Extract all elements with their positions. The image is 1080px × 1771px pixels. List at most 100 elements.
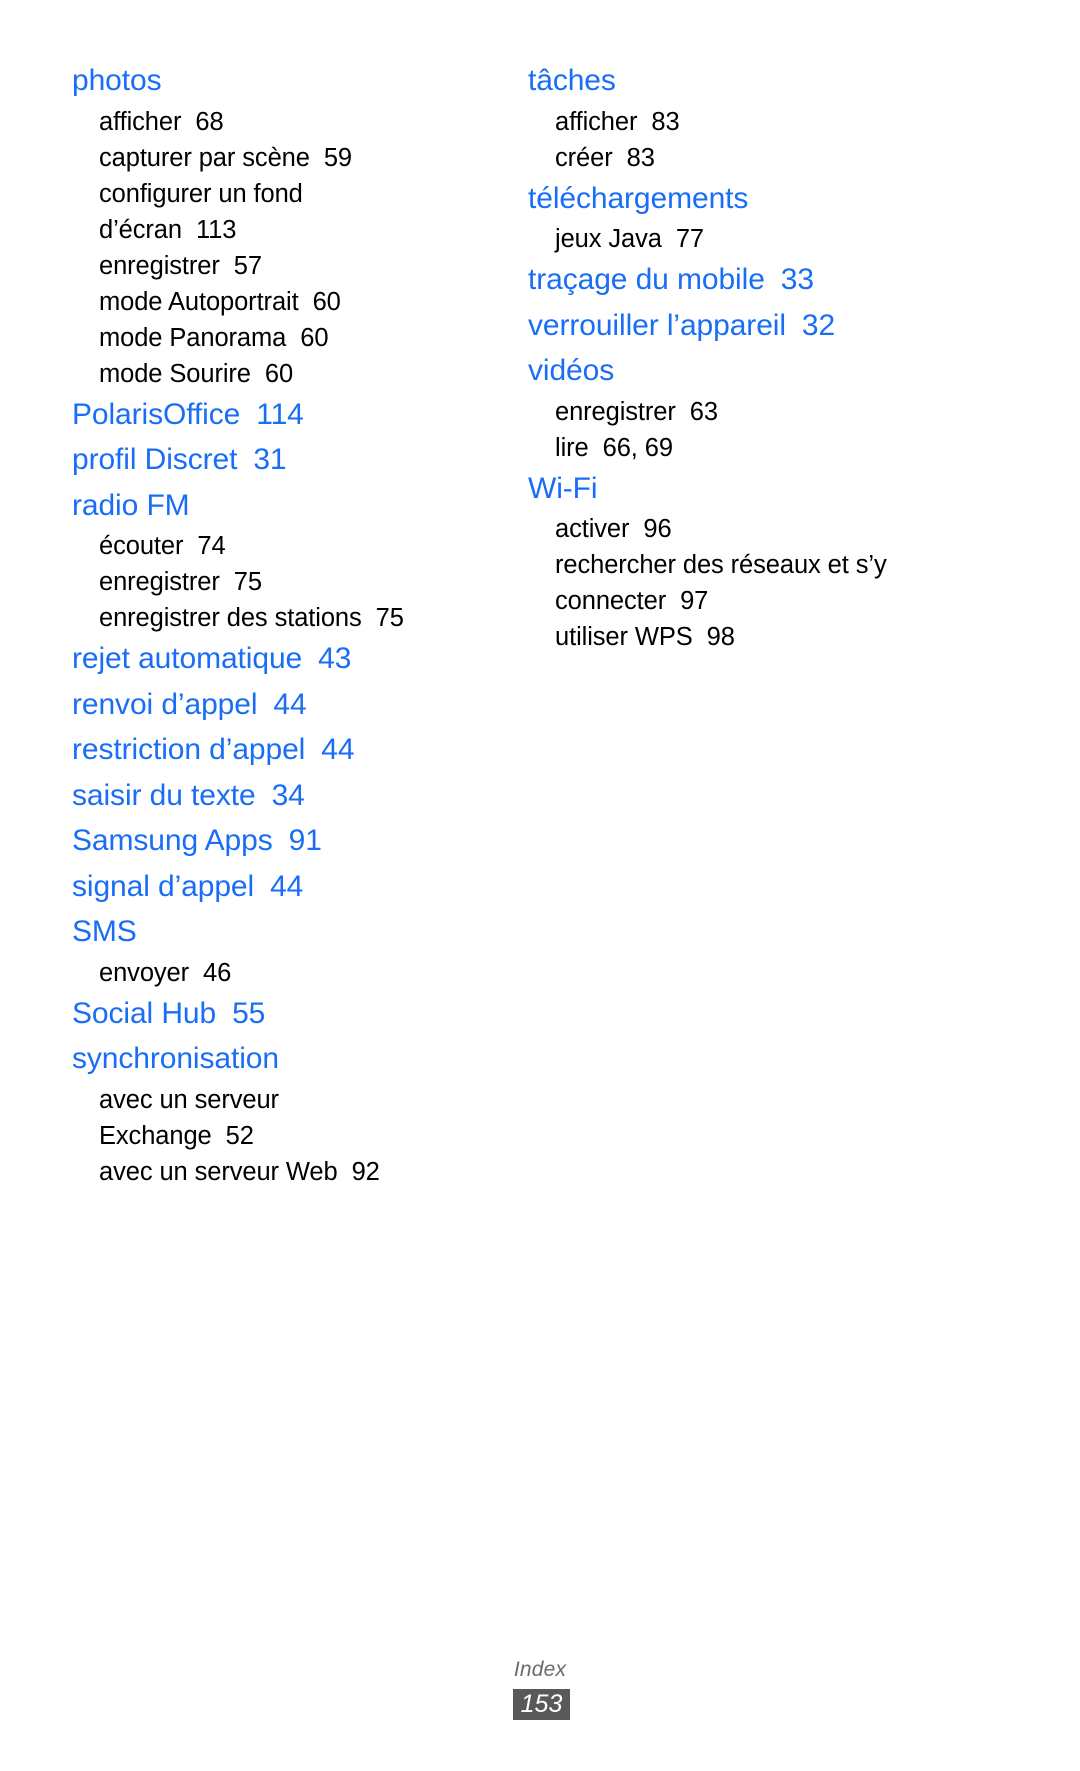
index-subentry-label: avec un serveur xyxy=(99,1085,279,1114)
index-subentry: écouter 74 xyxy=(72,528,502,564)
index-heading: traçage du mobile 33 xyxy=(528,257,932,303)
index-heading: SMS xyxy=(72,909,502,955)
index-heading-label: SMS xyxy=(72,915,137,948)
index-heading-label: signal d’appel xyxy=(72,869,255,903)
index-heading-label: photos xyxy=(72,64,162,97)
index-subentry-label: mode Sourire xyxy=(99,359,251,388)
index-heading-page-number: 91 xyxy=(288,824,322,857)
index-heading: PolarisOffice 114 xyxy=(72,392,502,438)
index-heading-label: vidéos xyxy=(528,354,615,387)
index-subentry-page-number: 75 xyxy=(233,568,262,596)
index-subentry-page-number: 97 xyxy=(680,587,709,615)
index-subentry-page-number: 60 xyxy=(312,287,341,316)
index-group: verrouiller l’appareil 32 xyxy=(528,303,932,349)
index-heading-label: traçage du mobile xyxy=(528,263,765,296)
index-subentry-label: créer xyxy=(555,143,613,172)
index-columns: photos afficher 68 capturer par scène 59 conf… xyxy=(0,58,1080,1190)
index-subentry: d’écran 113 xyxy=(72,212,502,248)
index-subentry-page-number: 59 xyxy=(323,143,352,172)
index-subentry: avec un serveur Web 92 xyxy=(72,1154,502,1190)
index-subentry-label: capturer par scène xyxy=(99,143,310,172)
index-subentry-label: utiliser WPS xyxy=(555,623,693,651)
index-subentry-label: connecter xyxy=(555,587,667,615)
index-subentry-label: rechercher des réseaux et s’y xyxy=(555,551,887,579)
index-subentry-page-number: 68 xyxy=(195,107,224,136)
index-subentry: enregistrer 57 xyxy=(72,248,502,284)
index-heading-page-number: 44 xyxy=(273,687,307,721)
index-subentry-page-number: 83 xyxy=(626,143,655,172)
index-subentry-page-number: 63 xyxy=(689,397,718,426)
index-subentry-label: envoyer xyxy=(99,958,190,987)
index-subentry: capturer par scène 59 xyxy=(72,140,502,176)
index-group: restriction d’appel 44 xyxy=(72,727,502,773)
index-heading: verrouiller l’appareil 32 xyxy=(528,303,932,349)
index-group: photos afficher 68 capturer par scène 59 conf… xyxy=(72,58,502,392)
index-heading-page-number: 55 xyxy=(232,996,266,1030)
index-subentry-label: d’écran xyxy=(99,215,182,244)
index-group: Social Hub 55 xyxy=(72,991,502,1037)
index-group: renvoi d’appel 44 xyxy=(72,682,502,728)
index-subentry-label: avec un serveur Web xyxy=(99,1157,338,1186)
index-subentry-page-number: 77 xyxy=(675,225,704,253)
index-subentry: Exchange 52 xyxy=(72,1118,502,1154)
index-subentry-label: jeux Java xyxy=(555,225,662,253)
index-heading-label: synchronisation xyxy=(72,1042,279,1075)
index-heading: saisir du texte 34 xyxy=(72,773,502,819)
index-heading-label: verrouiller l’appareil xyxy=(528,308,786,342)
index-heading-page-number: 34 xyxy=(271,778,305,812)
index-subentry: afficher 83 xyxy=(528,104,932,140)
index-group: saisir du texte 34 xyxy=(72,773,502,819)
index-heading-label: Wi-Fi xyxy=(528,471,598,505)
index-subentry-label: écouter xyxy=(99,532,184,560)
index-heading-label: tâches xyxy=(528,64,616,97)
index-heading: photos xyxy=(72,58,502,104)
index-subentry-label: activer xyxy=(555,515,630,543)
index-heading-label: restriction d’appel xyxy=(72,733,306,766)
index-heading-page-number: 44 xyxy=(270,869,304,903)
index-group: PolarisOffice 114 xyxy=(72,392,502,438)
index-subentry-label: afficher xyxy=(555,107,638,136)
index-subentry: mode Sourire 60 xyxy=(72,356,502,392)
index-column-right: tâches afficher 83 créer 83 téléchargements je… xyxy=(502,58,932,655)
index-group: téléchargements jeux Java 77 xyxy=(528,176,932,258)
index-subentry-label: mode Autoportrait xyxy=(99,287,299,316)
index-subentry-label: enregistrer xyxy=(99,251,220,280)
index-subentry: envoyer 46 xyxy=(72,955,502,991)
index-subentry: afficher 68 xyxy=(72,104,502,140)
index-subentry-page-number: 92 xyxy=(351,1157,380,1186)
index-heading-label: téléchargements xyxy=(528,181,749,215)
index-subentry: enregistrer des stations 75 xyxy=(72,600,502,636)
index-subentry-label: configurer un fond xyxy=(99,179,303,208)
index-heading-page-number: 32 xyxy=(801,308,836,342)
index-subentry-page-number: 113 xyxy=(195,215,237,244)
index-heading: profil Discret 31 xyxy=(72,437,502,483)
index-subentry-page-number: 66, 69 xyxy=(602,433,673,462)
index-heading: téléchargements xyxy=(528,176,932,222)
index-subentry-page-number: 75 xyxy=(375,604,404,632)
index-page: photos afficher 68 capturer par scène 59 conf… xyxy=(0,0,1080,1771)
index-heading-page-number: 43 xyxy=(318,642,352,675)
index-heading-label: PolarisOffice xyxy=(72,397,241,431)
index-heading-page-number: 31 xyxy=(253,443,287,476)
index-heading-label: renvoi d’appel xyxy=(72,687,258,721)
index-subentry: connecter 97 xyxy=(528,583,932,619)
page-number-badge: 153 xyxy=(513,1689,570,1720)
index-subentry: rechercher des réseaux et s’y xyxy=(528,547,932,583)
index-subentry-label: enregistrer des stations xyxy=(99,604,362,632)
index-subentry-page-number: 96 xyxy=(643,515,672,543)
index-subentry: mode Panorama 60 xyxy=(72,320,502,356)
footer-section-label: Index xyxy=(513,1658,567,1681)
index-group: synchronisation avec un serveur Exchange 52… xyxy=(72,1036,502,1190)
index-subentry-page-number: 74 xyxy=(197,532,226,560)
index-group: traçage du mobile 33 xyxy=(528,257,932,303)
index-group: signal d’appel 44 xyxy=(72,864,502,910)
index-subentry: enregistrer 75 xyxy=(72,564,502,600)
index-subentry-page-number: 52 xyxy=(225,1121,254,1150)
index-heading: vidéos xyxy=(528,348,932,394)
index-heading: Samsung Apps 91 xyxy=(72,818,502,864)
index-group: Wi-Fi activer 96 rechercher des réseaux et … xyxy=(528,466,932,656)
index-subentry: configurer un fond xyxy=(72,176,502,212)
index-heading-label: Social Hub xyxy=(72,996,217,1030)
index-group: Samsung Apps 91 xyxy=(72,818,502,864)
index-heading-label: saisir du texte xyxy=(72,778,256,812)
